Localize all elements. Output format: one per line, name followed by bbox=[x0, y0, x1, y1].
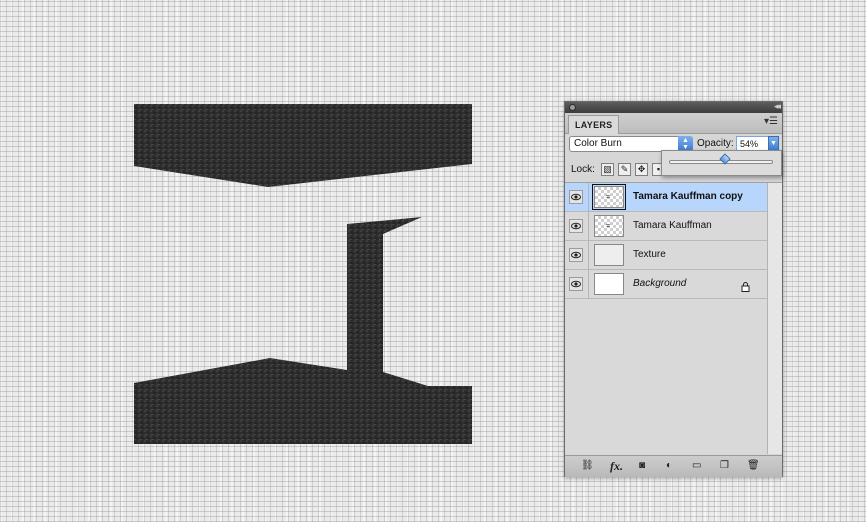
new-layer-icon[interactable]: ❐ bbox=[720, 460, 729, 472]
visibility-eye-icon[interactable] bbox=[569, 248, 583, 262]
layer-thumbnail[interactable]: = bbox=[594, 215, 624, 237]
layer-thumbnail[interactable] bbox=[594, 273, 624, 295]
tab-layers[interactable]: LAYERS bbox=[568, 115, 620, 134]
collapse-panel-icon[interactable]: ◂◂ bbox=[774, 101, 781, 112]
panel-tab-row: LAYERS ▾☰ bbox=[565, 113, 782, 134]
row-divider bbox=[588, 212, 589, 241]
layer-thumbnail[interactable]: = bbox=[592, 184, 626, 210]
link-layers-icon[interactable]: ⛓ bbox=[581, 460, 594, 472]
new-group-icon[interactable]: ▭ bbox=[692, 460, 701, 472]
delete-layer-icon[interactable]: 🗑 bbox=[747, 460, 760, 472]
layer-row[interactable]: = Tamara Kauffman copy bbox=[565, 183, 767, 212]
layer-name[interactable]: Texture bbox=[633, 249, 666, 260]
layer-name[interactable]: Tamara Kauffman copy bbox=[633, 191, 743, 202]
visibility-eye-icon[interactable] bbox=[569, 190, 583, 204]
layer-name[interactable]: Tamara Kauffman bbox=[633, 220, 712, 231]
lock-label: Lock: bbox=[571, 164, 595, 175]
layer-row[interactable]: = Tamara Kauffman bbox=[565, 212, 767, 241]
art-bottom-shape bbox=[134, 217, 472, 444]
blend-mode-value: Color Burn bbox=[574, 138, 622, 149]
panel-bottom-bar: ⛓ fx. ◙ ◐ ▭ ❐ 🗑 bbox=[565, 455, 782, 477]
layer-lock-icon bbox=[741, 279, 750, 297]
opacity-slider-popup bbox=[661, 150, 782, 176]
opacity-label: Opacity: bbox=[697, 138, 734, 149]
lock-image-pixels-icon[interactable]: ✎ bbox=[618, 163, 631, 176]
lock-position-icon[interactable]: ✥ bbox=[635, 163, 648, 176]
art-top-shape bbox=[134, 104, 472, 187]
layer-row[interactable]: Background bbox=[565, 270, 767, 299]
row-divider bbox=[588, 270, 589, 299]
thumbnail-glyph: = bbox=[606, 194, 611, 201]
panel-title-strip: ◂◂ bbox=[565, 101, 782, 113]
thumbnail-glyph: = bbox=[606, 223, 611, 230]
visibility-eye-icon[interactable] bbox=[569, 277, 583, 291]
layer-row[interactable]: Texture bbox=[565, 241, 767, 270]
add-mask-icon[interactable]: ◙ bbox=[639, 460, 645, 472]
lock-transparent-pixels-icon[interactable]: ▧ bbox=[601, 163, 614, 176]
fx-icon[interactable]: fx. bbox=[610, 460, 623, 472]
layer-list-scrollbar[interactable] bbox=[767, 183, 782, 454]
panel-close-button[interactable] bbox=[569, 104, 576, 111]
adjustment-layer-icon[interactable]: ◐ bbox=[666, 460, 672, 472]
panel-menu-icon[interactable]: ▾☰ bbox=[764, 117, 778, 127]
layer-name[interactable]: Background bbox=[633, 278, 686, 289]
row-divider bbox=[588, 241, 589, 270]
layer-list: = Tamara Kauffman copy = Tamara Kauffman Tex… bbox=[565, 183, 767, 454]
visibility-eye-icon[interactable] bbox=[569, 219, 583, 233]
row-divider bbox=[588, 183, 589, 212]
layer-thumbnail[interactable] bbox=[594, 244, 624, 266]
